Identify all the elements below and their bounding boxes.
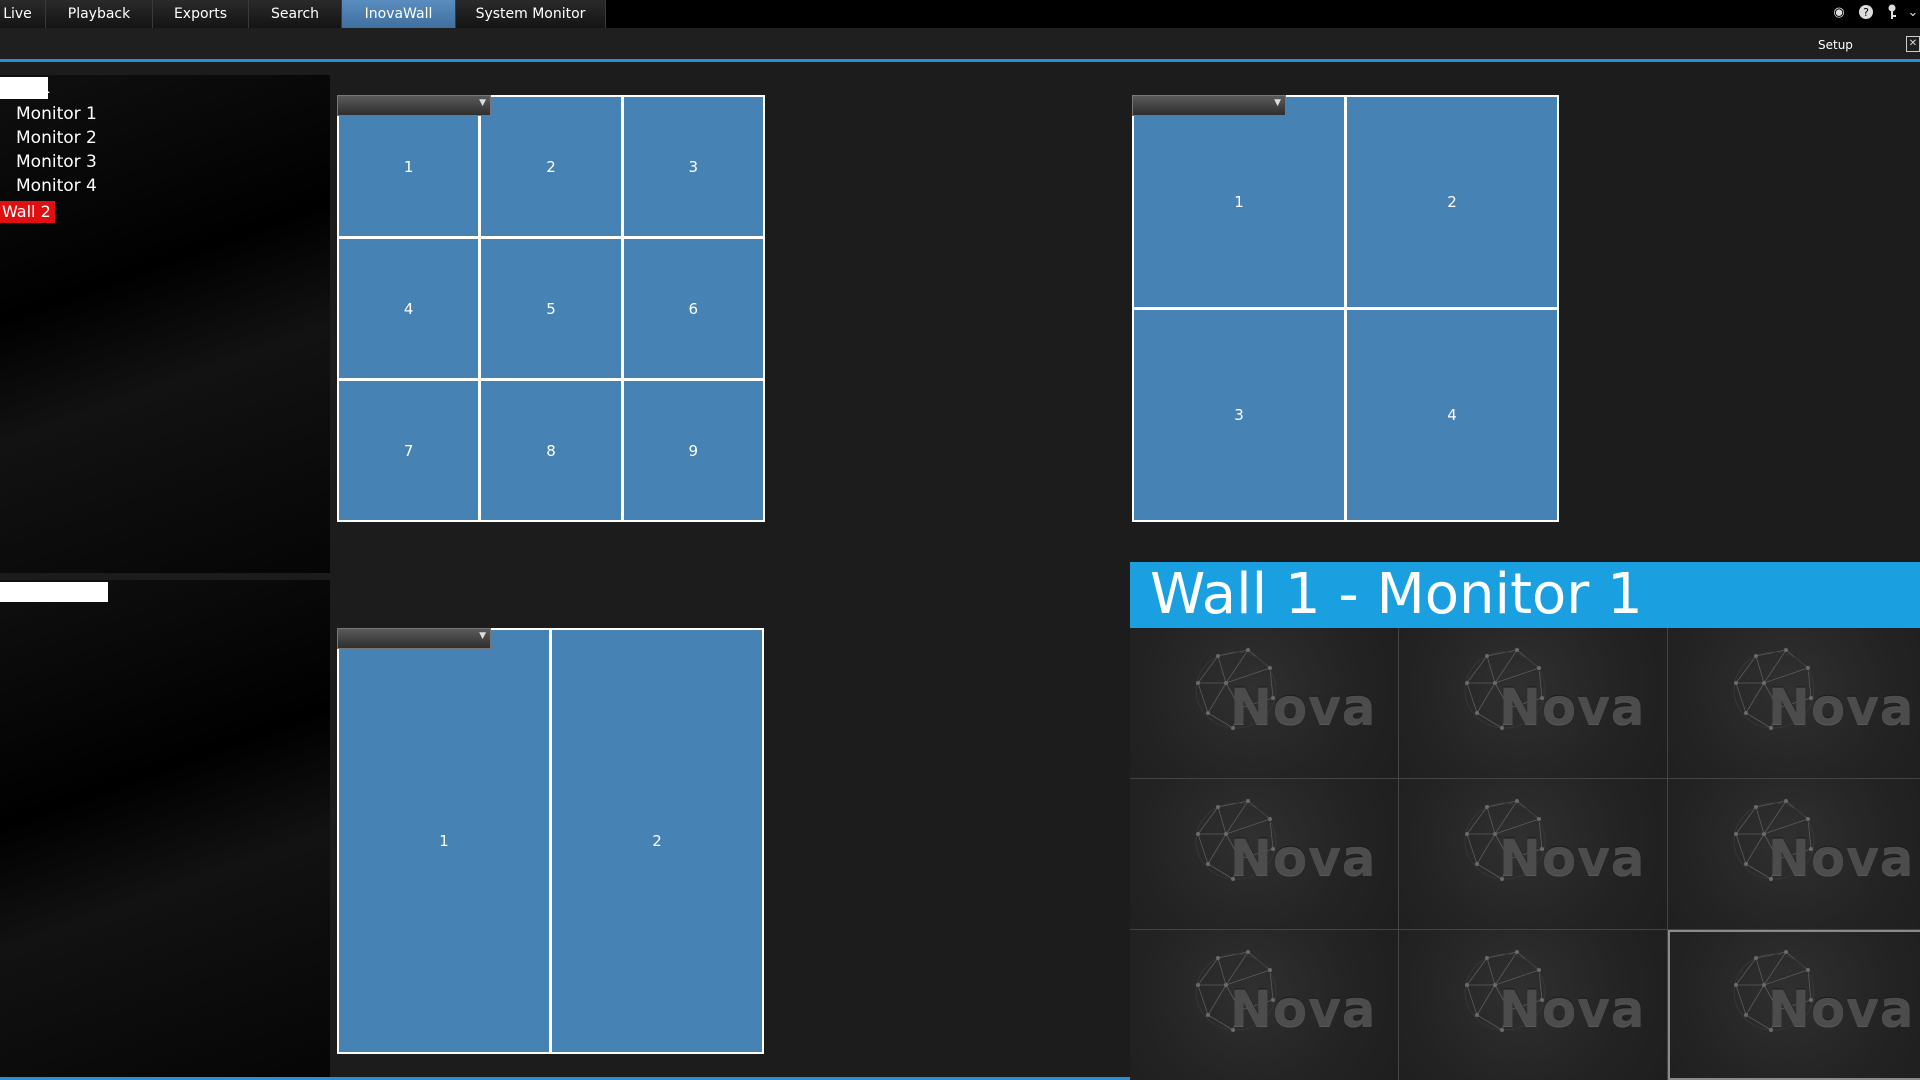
- tree-item-label: Monitor 2: [16, 128, 97, 148]
- layout-cell[interactable]: 1: [339, 97, 479, 236]
- tree-item-wall-1[interactable]: Wall 1: [0, 77, 51, 99]
- layout-cell[interactable]: 9: [623, 381, 763, 520]
- tree-item-monitor-1[interactable]: Monitor 1: [16, 104, 97, 124]
- nova-logo-text: Nova: [1768, 678, 1915, 736]
- layout-cell[interactable]: 1: [339, 630, 549, 1052]
- nova-logo-text: Nova: [1230, 829, 1377, 887]
- chevron-down-icon[interactable]: ⌄: [1904, 4, 1920, 22]
- nova-logo-text: Nova: [1499, 678, 1646, 736]
- layout-cell[interactable]: 4: [339, 239, 479, 378]
- nova-logo-text: Nova: [1230, 980, 1377, 1038]
- layout-cell[interactable]: 4: [1347, 310, 1557, 520]
- tab-label: Exports: [173, 6, 228, 22]
- nova-logo-text: Nova: [1499, 829, 1646, 887]
- layout-cell[interactable]: 7: [339, 381, 479, 520]
- video-tile[interactable]: Nova: [1130, 779, 1398, 929]
- tab-search[interactable]: Search: [249, 0, 342, 28]
- tab-live[interactable]: Live: [0, 0, 46, 28]
- layout-cell[interactable]: 8: [481, 381, 621, 520]
- layout-cell[interactable]: 3: [1134, 310, 1344, 520]
- layout-cell[interactable]: 2: [481, 97, 621, 236]
- tab-system-monitor[interactable]: System Monitor: [456, 0, 606, 28]
- tree-item-wall-2[interactable]: Wall 2: [0, 201, 55, 223]
- layout-cell[interactable]: 6: [623, 239, 763, 378]
- close-icon[interactable]: ✕: [1906, 36, 1920, 52]
- tab-inovawall[interactable]: InovaWall: [342, 0, 456, 28]
- main-tab-bar: Live Playback Exports Search InovaWall S…: [0, 0, 1920, 28]
- tree-item-label: Wall 2: [2, 202, 51, 221]
- tree-item-label: Monitor 4: [16, 176, 97, 196]
- layout-cell[interactable]: 1: [1134, 97, 1344, 307]
- connection-icon[interactable]: ◉: [1830, 4, 1848, 22]
- camera-group-panel: Camera Group: [0, 580, 330, 1080]
- video-tile[interactable]: Nova: [1668, 628, 1920, 778]
- tab-label: Playback: [67, 6, 131, 22]
- tab-label: System Monitor: [475, 6, 586, 22]
- preview-title: Wall 1 - Monitor 1: [1130, 562, 1920, 628]
- wall-tree-panel: Wall 1 Monitor 1 Monitor 2 Monitor 3 Mon…: [0, 75, 330, 573]
- layout-cell[interactable]: 3: [623, 97, 763, 236]
- tree-item-label: Wall 1: [2, 78, 51, 97]
- tree-item-label: Monitor 3: [16, 152, 97, 172]
- tree-item-label: Monitor 1: [16, 104, 97, 124]
- nova-logo-text: Nova: [1499, 980, 1646, 1038]
- layout-dropdown-monitor-3[interactable]: ▼: [337, 628, 491, 649]
- layout-dropdown-monitor-2[interactable]: ▼: [1132, 95, 1286, 116]
- preview-video-grid: Nova Nova Nova Nova Nova Nova Nova Nova Nova: [1130, 628, 1920, 1080]
- camera-group-label[interactable]: Camera Group: [0, 582, 108, 602]
- tab-exports[interactable]: Exports: [153, 0, 249, 28]
- key-icon[interactable]: [1883, 4, 1901, 22]
- chevron-down-icon: ▼: [1274, 98, 1281, 108]
- nova-logo-text: Nova: [1768, 829, 1915, 887]
- chevron-down-icon: ▼: [479, 631, 486, 641]
- tab-label: InovaWall: [364, 6, 433, 22]
- tree-item-monitor-2[interactable]: Monitor 2: [16, 128, 97, 148]
- layout-cell[interactable]: 2: [1347, 97, 1557, 307]
- tree-item-monitor-4[interactable]: Monitor 4: [16, 176, 97, 196]
- setup-button[interactable]: Setup: [1818, 38, 1853, 52]
- video-tile[interactable]: Nova: [1399, 779, 1667, 929]
- layout-dropdown-monitor-1[interactable]: ▼: [337, 95, 491, 116]
- layout-cell[interactable]: 2: [552, 630, 762, 1052]
- video-tile[interactable]: Nova: [1668, 779, 1920, 929]
- monitor-3-layout: 1 2: [337, 628, 764, 1054]
- svg-text:?: ?: [1863, 6, 1869, 19]
- nova-logo-text: Nova: [1768, 980, 1915, 1038]
- tab-label: Search: [270, 6, 320, 22]
- help-icon[interactable]: ?: [1857, 4, 1875, 22]
- tab-playback[interactable]: Playback: [46, 0, 153, 28]
- video-tile[interactable]: Nova: [1399, 628, 1667, 778]
- tree-item-monitor-3[interactable]: Monitor 3: [16, 152, 97, 172]
- chevron-down-icon: ▼: [479, 98, 486, 108]
- nova-logo-text: Nova: [1230, 678, 1377, 736]
- layout-cell[interactable]: 5: [481, 239, 621, 378]
- video-tile[interactable]: Nova: [1399, 930, 1667, 1080]
- monitor-2-layout: 1 2 3 4: [1132, 95, 1559, 522]
- video-tile[interactable]: Nova: [1130, 628, 1398, 778]
- video-tile[interactable]: Nova: [1668, 930, 1920, 1080]
- monitor-1-layout: 1 2 3 4 5 6 7 8 9: [337, 95, 765, 522]
- video-tile[interactable]: Nova: [1130, 930, 1398, 1080]
- tab-label: Live: [3, 6, 32, 22]
- sub-toolbar: Setup ✕: [0, 28, 1920, 62]
